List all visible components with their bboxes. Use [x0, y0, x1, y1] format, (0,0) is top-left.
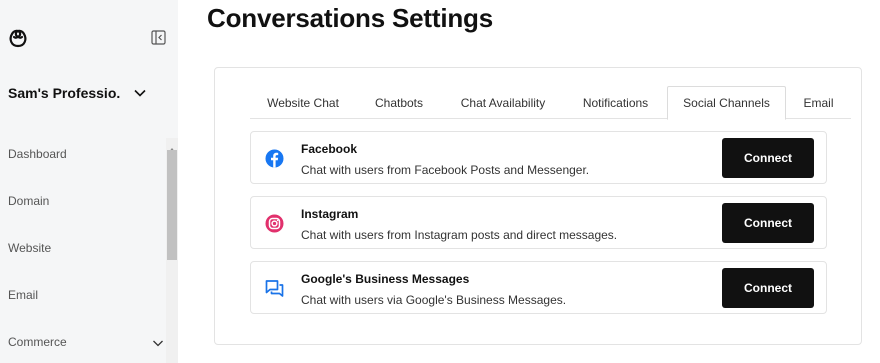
chevron-down-icon	[133, 86, 147, 100]
sidebar-item-dashboard[interactable]: Dashboard	[8, 147, 67, 161]
page-title: Conversations Settings	[207, 3, 493, 33]
business-messages-icon	[265, 279, 284, 298]
connect-facebook-button[interactable]: Connect	[722, 138, 814, 178]
collapse-sidebar-icon[interactable]	[151, 30, 166, 45]
tab-email[interactable]: Email	[786, 86, 851, 119]
settings-tabs: Website Chat Chatbots Chat Availability …	[250, 86, 851, 120]
channel-title: Facebook	[301, 142, 358, 156]
account-name: Sam's Professio...	[8, 85, 120, 101]
channel-row-facebook: Facebook Chat with users from Facebook P…	[250, 131, 827, 184]
scrollbar-thumb[interactable]	[167, 150, 177, 260]
instagram-icon	[265, 214, 284, 233]
channel-title: Instagram	[301, 207, 359, 221]
facebook-icon	[265, 149, 284, 168]
tab-chat-availability[interactable]: Chat Availability	[442, 86, 564, 119]
account-switcher[interactable]: Sam's Professio...	[8, 82, 168, 104]
sidebar-item-email[interactable]: Email	[8, 288, 38, 302]
connect-business-messages-button[interactable]: Connect	[722, 268, 814, 308]
sidebar-item-commerce[interactable]: Commerce	[8, 335, 67, 349]
chevron-down-icon[interactable]	[152, 336, 164, 348]
connect-instagram-button[interactable]: Connect	[722, 203, 814, 243]
sidebar-scrollbar[interactable]	[166, 138, 178, 363]
sidebar-item-website[interactable]: Website	[8, 241, 51, 255]
tab-website-chat[interactable]: Website Chat	[250, 86, 356, 119]
channel-description: Chat with users via Google's Business Me…	[301, 293, 567, 307]
channel-row-instagram: Instagram Chat with users from Instagram…	[250, 196, 827, 249]
scroll-up-arrow-icon[interactable]	[168, 140, 176, 153]
brand-logo-icon[interactable]	[7, 27, 29, 49]
tab-social-channels[interactable]: Social Channels	[667, 86, 786, 120]
channel-title: Google's Business Messages	[301, 272, 470, 286]
channel-row-business-messages: Google's Business Messages Chat with use…	[250, 261, 827, 314]
sidebar: Sam's Professio... Dashboard Domain Webs…	[0, 0, 178, 363]
tab-chatbots[interactable]: Chatbots	[356, 86, 442, 119]
channel-description: Chat with users from Facebook Posts and …	[301, 163, 590, 177]
tab-notifications[interactable]: Notifications	[564, 86, 667, 119]
sidebar-item-domain[interactable]: Domain	[8, 194, 49, 208]
channel-description: Chat with users from Instagram posts and…	[301, 228, 618, 242]
